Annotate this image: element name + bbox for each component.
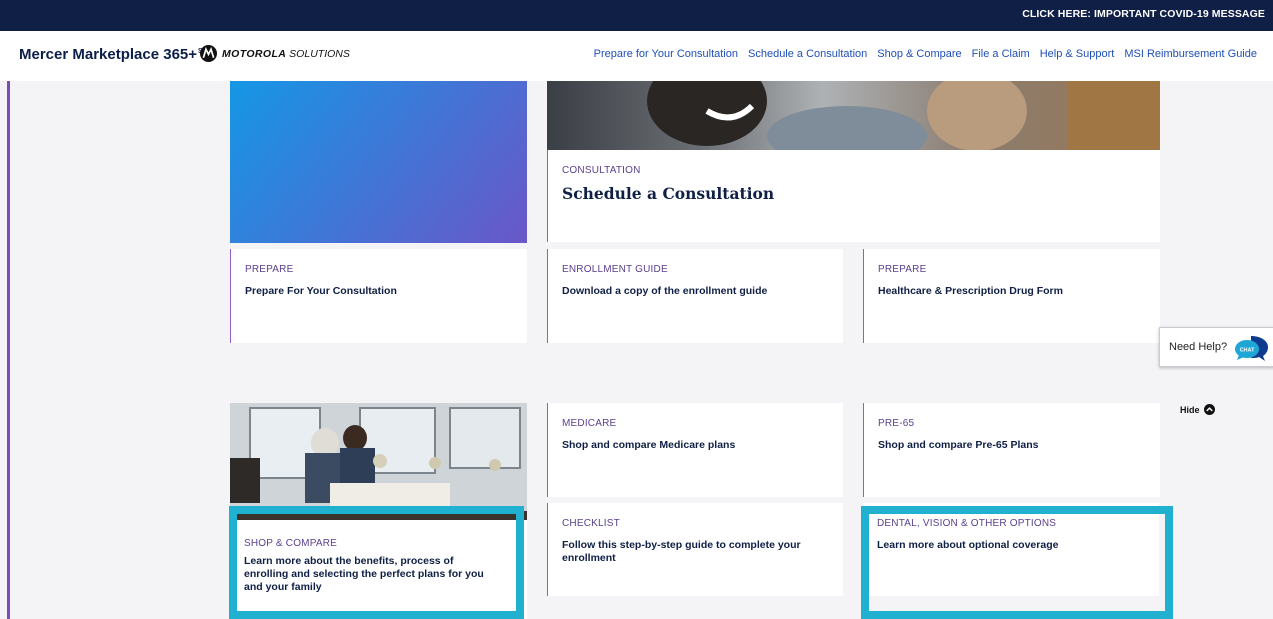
- consultation-photo: [547, 81, 1160, 150]
- brand-logo[interactable]: Mercer Marketplace 365+SM: [19, 46, 209, 63]
- card-title: Follow this step-by-step guide to comple…: [562, 539, 801, 564]
- card-eyebrow: CHECKLIST: [562, 518, 620, 529]
- card-title: Download a copy of the enrollment guide: [562, 285, 768, 297]
- need-help-widget[interactable]: Need Help? CHAT: [1159, 327, 1273, 367]
- site-header: Mercer Marketplace 365+SM MOTOROLA SOLUT…: [0, 31, 1273, 81]
- shop-compare-photo: [230, 403, 527, 520]
- covid-message-link[interactable]: CLICK HERE: IMPORTANT COVID-19 MESSAGE: [1022, 8, 1265, 20]
- card-title: Schedule a Consultation: [562, 184, 775, 203]
- nav-prepare-consultation[interactable]: Prepare for Your Consultation: [594, 48, 738, 60]
- card-drug-form[interactable]: PREPARE Healthcare & Prescription Drug F…: [863, 249, 1160, 343]
- card-eyebrow: PREPARE: [245, 264, 294, 275]
- left-accent-bar: [7, 81, 10, 619]
- shop-compare-photo-art: [230, 403, 527, 520]
- main-nav: Prepare for Your Consultation Schedule a…: [594, 48, 1257, 60]
- card-eyebrow: ENROLLMENT GUIDE: [562, 264, 668, 275]
- card-eyebrow: PREPARE: [878, 264, 927, 275]
- partner-logo: MOTOROLA SOLUTIONS: [200, 45, 350, 62]
- nav-file-claim[interactable]: File a Claim: [972, 48, 1030, 60]
- nav-schedule-consultation[interactable]: Schedule a Consultation: [748, 48, 867, 60]
- hide-toggle[interactable]: Hide: [1180, 404, 1215, 415]
- card-title: Prepare For Your Consultation: [245, 285, 397, 297]
- card-title: Shop and compare Medicare plans: [562, 439, 736, 451]
- chat-icon-label: CHAT: [1240, 348, 1256, 354]
- hide-label: Hide: [1180, 404, 1200, 415]
- card-title: Healthcare & Prescription Drug Form: [878, 285, 1063, 297]
- top-banner: CLICK HERE: IMPORTANT COVID-19 MESSAGE: [0, 0, 1273, 31]
- highlight-box-shop-compare: [229, 506, 524, 619]
- nav-msi-guide[interactable]: MSI Reimbursement Guide: [1124, 48, 1257, 60]
- nav-help-support[interactable]: Help & Support: [1040, 48, 1115, 60]
- partner-name: MOTOROLA SOLUTIONS: [222, 47, 350, 60]
- brand-name: Mercer Marketplace 365+: [19, 46, 198, 63]
- card-checklist[interactable]: CHECKLIST Follow this step-by-step guide…: [547, 503, 843, 596]
- card-pre65[interactable]: PRE-65 Shop and compare Pre-65 Plans: [863, 403, 1160, 497]
- motorola-logo-icon: [200, 45, 217, 62]
- need-help-label: Need Help?: [1169, 341, 1228, 353]
- card-eyebrow: MEDICARE: [562, 418, 617, 429]
- card-prepare-consultation[interactable]: PREPARE Prepare For Your Consultation: [230, 249, 527, 343]
- chevron-up-icon: [1203, 404, 1215, 415]
- nav-shop-compare[interactable]: Shop & Compare: [877, 48, 961, 60]
- card-enrollment-guide[interactable]: ENROLLMENT GUIDE Download a copy of the …: [547, 249, 843, 343]
- card-eyebrow: CONSULTATION: [562, 165, 641, 176]
- card-eyebrow: PRE-65: [878, 418, 915, 429]
- highlight-box-dental-vision: [861, 506, 1173, 619]
- chat-icon: CHAT: [1235, 336, 1268, 361]
- consultation-photo-art: [647, 81, 1160, 150]
- card-title: Shop and compare Pre-65 Plans: [878, 439, 1039, 451]
- gradient-image-tile: [230, 81, 527, 243]
- consultation-card[interactable]: CONSULTATION Schedule a Consultation: [547, 150, 1160, 242]
- card-medicare[interactable]: MEDICARE Shop and compare Medicare plans: [547, 403, 843, 497]
